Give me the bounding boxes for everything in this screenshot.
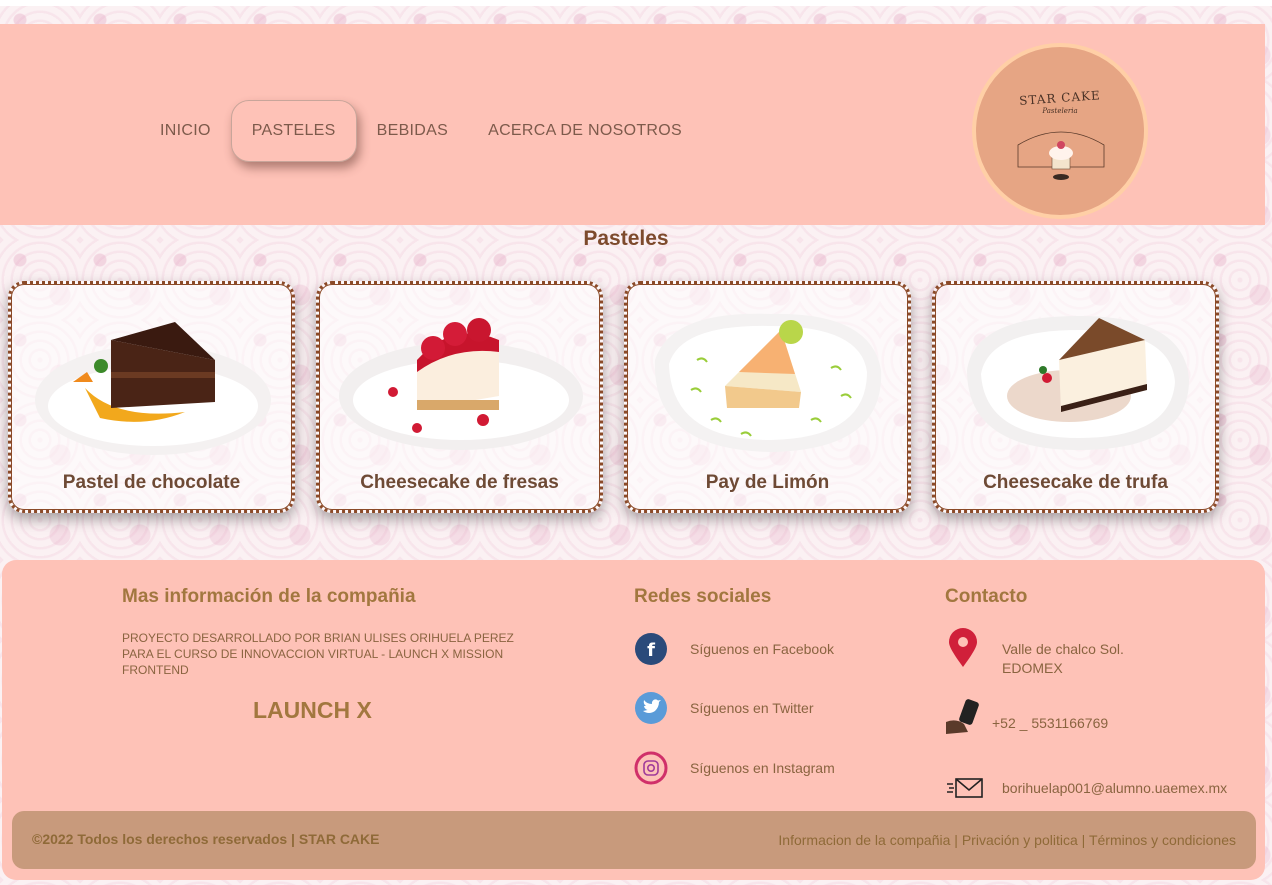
bottom-bar: ©2022 Todos los derechos reservados | ST…	[12, 811, 1256, 869]
link-separator: |	[1081, 832, 1086, 848]
section-title: Pasteles	[583, 227, 669, 250]
product-card-trufa[interactable]: Cheesecake de trufa	[932, 281, 1219, 513]
nav-inicio[interactable]: INICIO	[140, 100, 231, 162]
product-card-fresas[interactable]: Cheesecake de fresas	[316, 281, 603, 513]
twitter-label: Síguenos en Twitter	[690, 700, 814, 716]
twitter-icon	[635, 692, 667, 724]
nav-bebidas[interactable]: BEBIDAS	[357, 100, 468, 162]
facebook-icon: f	[635, 633, 667, 665]
main-nav: INICIO PASTELES BEBIDAS ACERCA DE NOSOTR…	[140, 100, 702, 162]
phone-icon	[946, 699, 979, 734]
nav-acerca[interactable]: ACERCA DE NOSOTROS	[468, 100, 702, 162]
launch-x-label: LAUNCH X	[253, 697, 372, 723]
cupcake-icon	[1017, 131, 1105, 180]
social-twitter[interactable]: Síguenos en Twitter	[634, 691, 813, 725]
instagram-icon	[634, 751, 668, 785]
strawberry-cheesecake-image	[339, 318, 583, 450]
copyright: ©2022 Todos los derechos reservados | ST…	[32, 831, 380, 847]
chocolate-cake-image	[35, 322, 271, 455]
link-privacy[interactable]: Privación y politica	[962, 832, 1078, 848]
link-terms[interactable]: Términos y condiciones	[1089, 832, 1236, 848]
contact-title: Contacto	[945, 586, 1028, 607]
lemon-pie-image	[654, 313, 882, 452]
top-strip	[0, 0, 1272, 6]
info-text: PROYECTO DESARROLLADO POR BRIAN ULISES O…	[122, 631, 514, 677]
social-instagram[interactable]: Síguenos en Instagram	[634, 751, 835, 785]
facebook-label: Síguenos en Facebook	[690, 641, 834, 657]
card-label: Pastel de chocolate	[62, 472, 241, 493]
address-line-2: EDOMEX	[1002, 660, 1063, 676]
social-title: Redes sociales	[634, 586, 772, 607]
mail-icon	[947, 778, 983, 798]
truffle-cheesecake-image	[967, 316, 1189, 450]
instagram-label: Síguenos en Instagram	[690, 760, 835, 776]
logo-sub: Pasteleria	[1042, 107, 1078, 115]
site-footer: Mas información de la compañia PROYECTO …	[2, 560, 1265, 880]
footer-links: Informacion de la compañia | Privación y…	[778, 832, 1236, 848]
product-card-limon[interactable]: Pay de Limón	[624, 281, 911, 513]
card-label: Pay de Limón	[705, 472, 830, 493]
social-facebook[interactable]: f Síguenos en Facebook	[634, 632, 834, 666]
email-address[interactable]: borihuelap001@alumno.uaemex.mx	[1002, 779, 1227, 798]
brand-logo[interactable]: STAR CAKE Pasteleria	[972, 43, 1148, 219]
info-title: Mas información de la compañia	[122, 586, 416, 607]
product-card-chocolate[interactable]: Pastel de chocolate	[8, 281, 295, 513]
nav-pasteles[interactable]: PASTELES	[230, 100, 357, 162]
svg-text:f: f	[647, 640, 655, 661]
phone-number[interactable]: +52 _ 5531166769	[992, 714, 1108, 733]
product-grid: Pastel de chocolate Cheesecake de fresas	[8, 281, 1238, 513]
card-label: Cheesecake de fresas	[360, 472, 559, 493]
card-label: Cheesecake de trufa	[983, 472, 1168, 493]
location-pin-icon	[949, 628, 977, 667]
site-header: INICIO PASTELES BEBIDAS ACERCA DE NOSOTR…	[0, 24, 1265, 225]
address-line-1: Valle de chalco Sol.	[1002, 641, 1124, 657]
link-separator: |	[954, 832, 958, 848]
link-company-info[interactable]: Informacion de la compañia	[778, 832, 950, 848]
